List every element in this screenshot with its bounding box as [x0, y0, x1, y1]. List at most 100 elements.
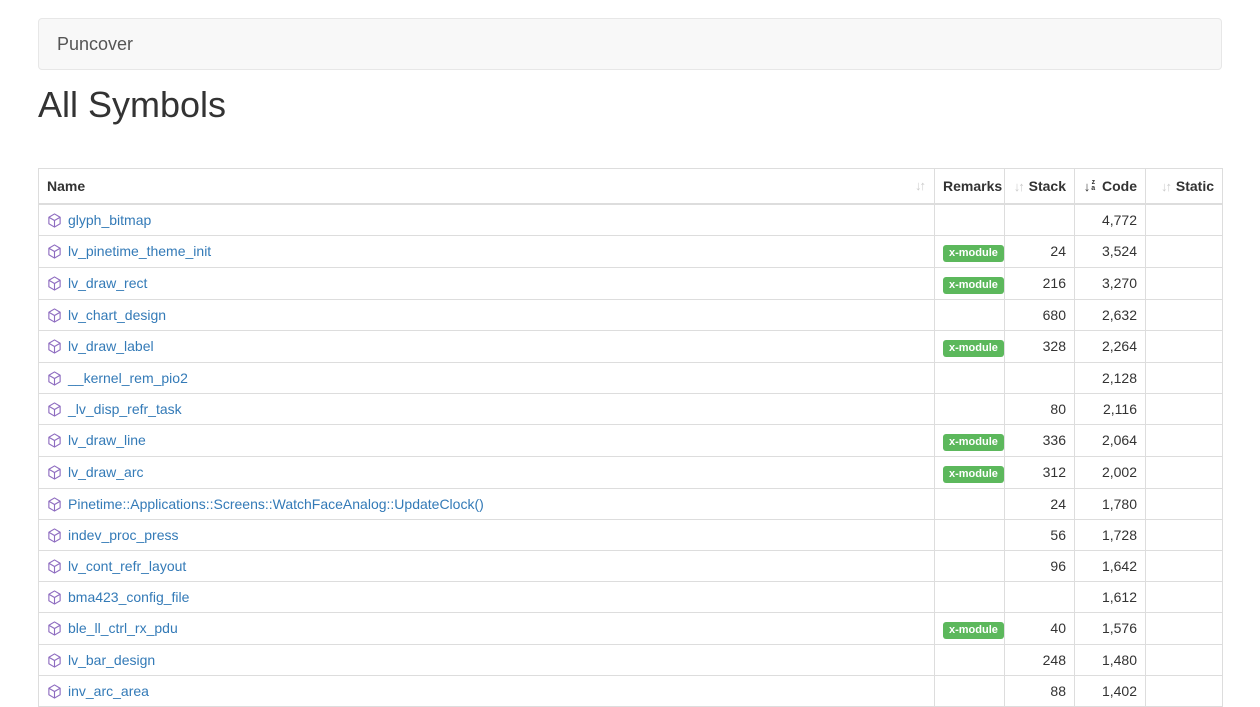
symbol-link[interactable]: Pinetime::Applications::Screens::WatchFa…: [68, 496, 484, 512]
remarks-cell: x-module: [935, 267, 1005, 299]
stack-value-cell: [1005, 204, 1075, 236]
table-row: ble_ll_ctrl_rx_pdu x-module 40 1,576: [39, 612, 1223, 644]
table-row: inv_arc_area 88 1,402: [39, 675, 1223, 706]
navbar-brand-link[interactable]: Puncover: [57, 34, 133, 55]
static-value-cell: [1146, 456, 1223, 488]
code-value-cell: 3,270: [1075, 267, 1146, 299]
table-row: lv_bar_design 248 1,480: [39, 644, 1223, 675]
column-header-remarks[interactable]: Remarks: [935, 169, 1005, 204]
symbol-link[interactable]: lv_pinetime_theme_init: [68, 243, 211, 259]
navbar: Puncover: [38, 18, 1222, 70]
static-value-cell: [1146, 299, 1223, 330]
cube-icon: [47, 590, 62, 605]
cube-icon: [47, 244, 62, 259]
static-value-cell: [1146, 362, 1223, 393]
table-row: glyph_bitmap 4,772: [39, 204, 1223, 236]
symbol-link[interactable]: __kernel_rem_pio2: [68, 370, 188, 386]
static-value-cell: [1146, 612, 1223, 644]
column-header-stack[interactable]: ↓↑ Stack: [1005, 169, 1075, 204]
static-value-cell: [1146, 581, 1223, 612]
x-module-badge: x-module: [943, 245, 1004, 262]
cube-icon: [47, 339, 62, 354]
symbol-link[interactable]: inv_arc_area: [68, 683, 149, 699]
symbol-name-cell: lv_bar_design: [39, 644, 935, 675]
symbol-link[interactable]: _lv_disp_refr_task: [68, 401, 182, 417]
cube-icon: [47, 308, 62, 323]
symbol-name-cell: _lv_disp_refr_task: [39, 393, 935, 424]
symbol-link[interactable]: lv_draw_label: [68, 338, 154, 354]
remarks-cell: [935, 393, 1005, 424]
symbol-name-cell: Pinetime::Applications::Screens::WatchFa…: [39, 488, 935, 519]
table-row: _lv_disp_refr_task 80 2,116: [39, 393, 1223, 424]
symbol-link[interactable]: lv_draw_rect: [68, 275, 147, 291]
stack-value-cell: 680: [1005, 299, 1075, 330]
symbol-name-cell: lv_cont_refr_layout: [39, 550, 935, 581]
code-value-cell: 1,728: [1075, 519, 1146, 550]
symbol-name-cell: lv_draw_label: [39, 330, 935, 362]
x-module-badge: x-module: [943, 466, 1004, 483]
symbol-link[interactable]: bma423_config_file: [68, 589, 189, 605]
cube-icon: [47, 402, 62, 417]
remarks-cell: [935, 362, 1005, 393]
symbol-link[interactable]: indev_proc_press: [68, 527, 179, 543]
code-value-cell: 1,480: [1075, 644, 1146, 675]
cube-icon: [47, 528, 62, 543]
symbol-link[interactable]: lv_draw_line: [68, 432, 146, 448]
static-value-cell: [1146, 330, 1223, 362]
table-row: indev_proc_press 56 1,728: [39, 519, 1223, 550]
symbol-name-cell: ble_ll_ctrl_rx_pdu: [39, 612, 935, 644]
stack-value-cell: 216: [1005, 267, 1075, 299]
remarks-cell: x-module: [935, 235, 1005, 267]
code-value-cell: 4,772: [1075, 204, 1146, 236]
column-header-static[interactable]: ↓↑ Static: [1146, 169, 1223, 204]
symbol-link[interactable]: lv_cont_refr_layout: [68, 558, 186, 574]
stack-value-cell: [1005, 362, 1075, 393]
static-value-cell: [1146, 204, 1223, 236]
code-value-cell: 2,064: [1075, 424, 1146, 456]
stack-value-cell: 56: [1005, 519, 1075, 550]
symbol-name-cell: lv_draw_arc: [39, 456, 935, 488]
column-header-remarks-label: Remarks: [943, 178, 1002, 194]
cube-icon: [47, 559, 62, 574]
symbol-link[interactable]: lv_chart_design: [68, 307, 166, 323]
symbol-name-cell: lv_chart_design: [39, 299, 935, 330]
stack-value-cell: 312: [1005, 456, 1075, 488]
remarks-cell: [935, 299, 1005, 330]
symbol-link[interactable]: glyph_bitmap: [68, 212, 151, 228]
symbol-link[interactable]: ble_ll_ctrl_rx_pdu: [68, 620, 178, 636]
column-header-name-label: Name: [47, 178, 85, 194]
code-value-cell: 2,632: [1075, 299, 1146, 330]
stack-value-cell: 24: [1005, 488, 1075, 519]
code-value-cell: 1,780: [1075, 488, 1146, 519]
page-title: All Symbols: [38, 85, 1222, 125]
column-header-code-label: Code: [1102, 178, 1137, 194]
sort-both-icon: ↓↑: [1014, 179, 1025, 194]
static-value-cell: [1146, 235, 1223, 267]
x-module-badge: x-module: [943, 434, 1004, 451]
symbol-link[interactable]: lv_draw_arc: [68, 464, 143, 480]
column-header-name[interactable]: Name ↓↑: [39, 169, 935, 204]
symbol-link[interactable]: lv_bar_design: [68, 652, 155, 668]
static-value-cell: [1146, 644, 1223, 675]
table-row: bma423_config_file 1,612: [39, 581, 1223, 612]
cube-icon: [47, 371, 62, 386]
symbol-name-cell: __kernel_rem_pio2: [39, 362, 935, 393]
symbol-name-cell: bma423_config_file: [39, 581, 935, 612]
cube-icon: [47, 653, 62, 668]
cube-icon: [47, 621, 62, 636]
stack-value-cell: 336: [1005, 424, 1075, 456]
symbol-name-cell: inv_arc_area: [39, 675, 935, 706]
table-header-row: Name ↓↑ Remarks ↓↑ Stack ↓ z: [39, 169, 1223, 204]
remarks-cell: [935, 675, 1005, 706]
static-value-cell: [1146, 424, 1223, 456]
column-header-code[interactable]: ↓ z a Code: [1075, 169, 1146, 204]
cube-icon: [47, 465, 62, 480]
code-value-cell: 1,402: [1075, 675, 1146, 706]
remarks-cell: x-module: [935, 612, 1005, 644]
code-value-cell: 2,116: [1075, 393, 1146, 424]
remarks-cell: [935, 519, 1005, 550]
static-value-cell: [1146, 550, 1223, 581]
code-value-cell: 1,576: [1075, 612, 1146, 644]
sort-desc-icon: ↓ z a: [1084, 179, 1095, 194]
code-value-cell: 1,642: [1075, 550, 1146, 581]
